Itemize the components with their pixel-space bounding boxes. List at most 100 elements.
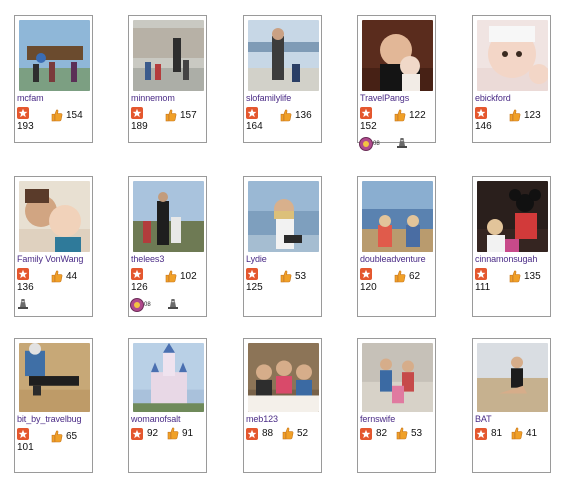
username-link[interactable]: Family VonWang xyxy=(17,254,83,264)
like-value: 91 xyxy=(182,428,194,439)
star-count xyxy=(360,267,372,280)
user-photo[interactable] xyxy=(248,181,319,252)
user-photo[interactable] xyxy=(133,343,204,412)
user-card[interactable]: cinnamonsugah 111 135 xyxy=(472,176,551,317)
username-link[interactable]: thelees3 xyxy=(131,254,164,264)
like-count: 102 xyxy=(165,270,197,283)
star-icon xyxy=(360,267,372,280)
thumbs-up-icon xyxy=(396,427,408,440)
star-value: 189 xyxy=(131,121,148,132)
star-value: 126 xyxy=(131,282,148,293)
star-value: 120 xyxy=(360,282,377,293)
user-card[interactable]: womanofsalt 92 91 xyxy=(128,338,207,473)
like-value: 53 xyxy=(295,271,307,282)
user-card[interactable]: minnemom 189 157 xyxy=(128,15,207,143)
star-value: 164 xyxy=(246,121,263,132)
like-count: 53 xyxy=(396,427,422,440)
user-photo[interactable] xyxy=(248,20,319,91)
thumbs-up-icon xyxy=(51,430,63,443)
thumbs-up-icon xyxy=(280,270,292,283)
star-count xyxy=(475,106,487,119)
username-link[interactable]: bit_by_travelbug xyxy=(17,414,82,424)
user-card[interactable]: TravelPangs 152 122 08 xyxy=(357,15,436,151)
user-photo[interactable] xyxy=(19,181,90,252)
user-card[interactable]: mcfam 193 154 xyxy=(14,15,93,143)
user-card[interactable]: Family VonWang 136 44 xyxy=(14,176,93,317)
star-icon xyxy=(246,106,258,119)
star-count xyxy=(17,427,29,440)
user-card[interactable]: BAT 81 41 xyxy=(472,338,551,473)
user-grid: mcfam 193 154 minnemom 189 157 slofamilylife 16… xyxy=(0,0,567,479)
like-count: 62 xyxy=(394,270,420,283)
like-count: 91 xyxy=(167,427,193,440)
award-ring xyxy=(359,137,373,151)
like-value: 154 xyxy=(66,110,83,121)
user-photo[interactable] xyxy=(362,181,433,252)
star-icon xyxy=(131,267,143,280)
username-link[interactable]: minnemom xyxy=(131,93,175,103)
star-icon xyxy=(360,427,372,440)
user-card[interactable]: doubleadventure 120 62 xyxy=(357,176,436,317)
username-link[interactable]: meb123 xyxy=(246,414,278,424)
username-link[interactable]: mcfam xyxy=(17,93,44,103)
like-value: 52 xyxy=(297,428,309,439)
user-photo[interactable] xyxy=(19,343,90,412)
user-photo[interactable] xyxy=(477,181,548,252)
star-count: 92 xyxy=(131,427,158,440)
like-value: 62 xyxy=(409,271,421,282)
tower-icon xyxy=(396,135,408,153)
user-photo[interactable] xyxy=(477,343,548,412)
star-count xyxy=(17,267,29,280)
user-card[interactable]: meb123 88 52 xyxy=(243,338,322,473)
thumbs-up-icon xyxy=(394,109,406,122)
username-link[interactable]: doubleadventure xyxy=(360,254,426,264)
thumbs-up-icon xyxy=(51,109,63,122)
like-count: 157 xyxy=(165,109,197,122)
user-photo[interactable] xyxy=(19,20,90,91)
username-link[interactable]: ebickford xyxy=(475,93,511,103)
star-icon xyxy=(246,427,258,440)
username-link[interactable]: TravelPangs xyxy=(360,93,409,103)
like-value: 102 xyxy=(180,271,197,282)
star-value: 101 xyxy=(17,442,34,453)
thumbs-up-icon xyxy=(394,270,406,283)
user-card[interactable]: fernswife 82 53 xyxy=(357,338,436,473)
star-icon xyxy=(131,427,143,440)
user-photo[interactable] xyxy=(248,343,319,412)
star-count xyxy=(131,267,143,280)
username-link[interactable]: cinnamonsugah xyxy=(475,254,537,264)
thumbs-up-icon xyxy=(509,270,521,283)
user-photo[interactable] xyxy=(362,343,433,412)
user-photo[interactable] xyxy=(133,181,204,252)
user-card[interactable]: thelees3 126 102 08 xyxy=(128,176,207,317)
like-value: 157 xyxy=(180,110,197,121)
username-link[interactable]: Lydie xyxy=(246,254,267,264)
tower-icon xyxy=(17,296,29,314)
username-link[interactable]: BAT xyxy=(475,414,492,424)
card-badges: 08 xyxy=(130,296,179,314)
user-card[interactable]: ebickford 146 123 xyxy=(472,15,551,143)
like-value: 53 xyxy=(411,428,423,439)
thumbs-up-icon xyxy=(167,427,179,440)
star-count xyxy=(246,267,258,280)
like-value: 136 xyxy=(295,110,312,121)
username-link[interactable]: womanofsalt xyxy=(131,414,181,424)
user-photo[interactable] xyxy=(477,20,548,91)
user-card[interactable]: slofamilylife 164 136 xyxy=(243,15,322,143)
star-value: 125 xyxy=(246,282,263,293)
thumbs-up-icon xyxy=(511,427,523,440)
user-photo[interactable] xyxy=(362,20,433,91)
star-icon xyxy=(17,427,29,440)
username-link[interactable]: fernswife xyxy=(360,414,395,424)
star-value: 82 xyxy=(376,428,388,439)
star-count xyxy=(246,106,258,119)
user-photo[interactable] xyxy=(133,20,204,91)
user-card[interactable]: Lydie 125 53 xyxy=(243,176,322,317)
star-value: 92 xyxy=(147,428,159,439)
award-badge-icon[interactable]: 08 xyxy=(359,137,380,151)
username-link[interactable]: slofamilylife xyxy=(246,93,291,103)
award-badge-icon[interactable]: 08 xyxy=(130,298,151,312)
like-count: 44 xyxy=(51,270,77,283)
like-count: 154 xyxy=(51,109,83,122)
user-card[interactable]: bit_by_travelbug 101 65 xyxy=(14,338,93,473)
